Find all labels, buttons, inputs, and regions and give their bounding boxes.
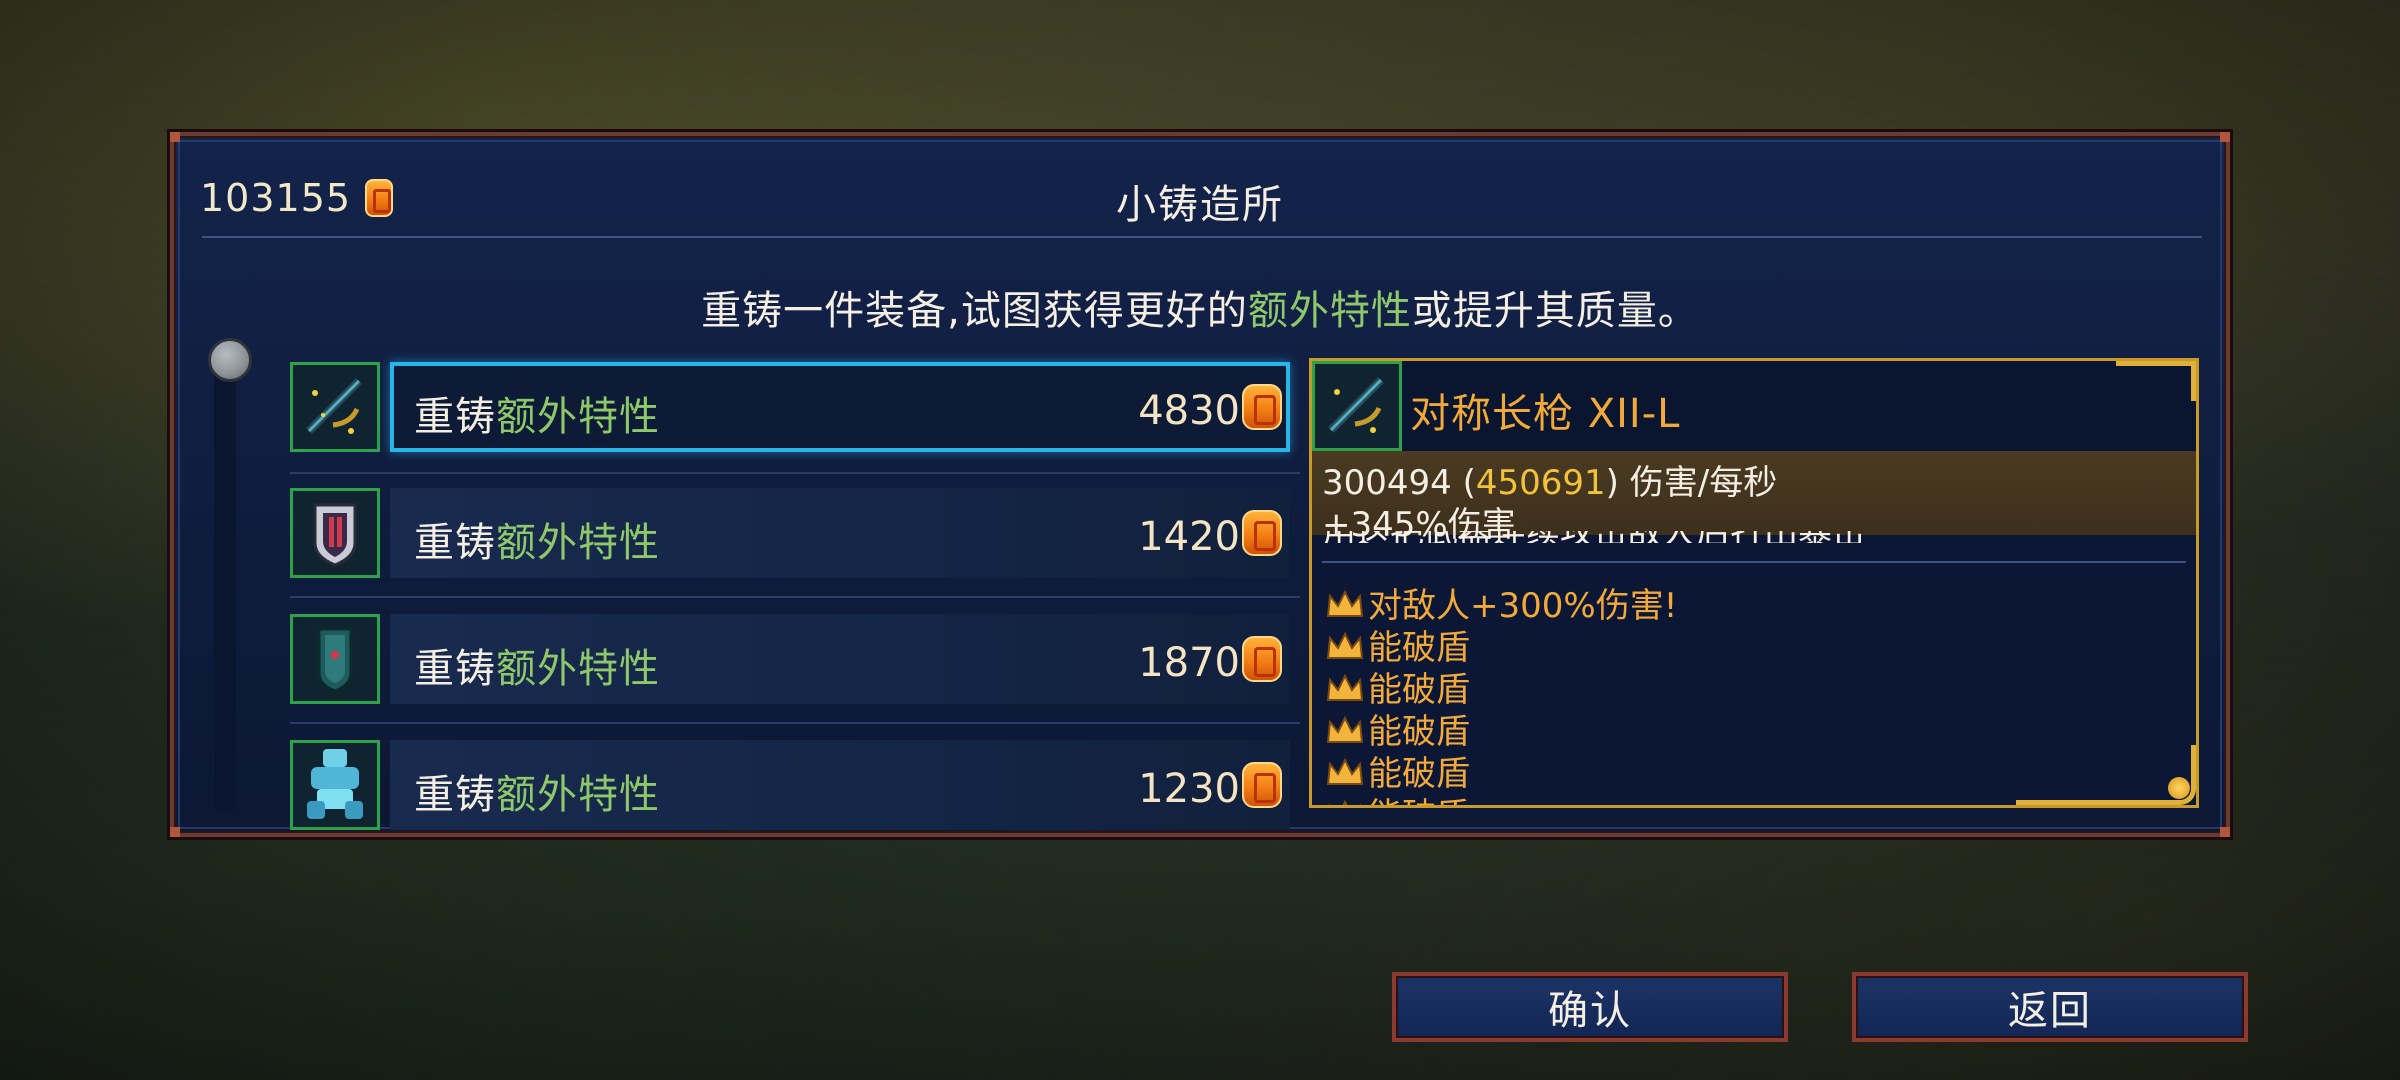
title-divider: [202, 236, 2202, 238]
list-item[interactable]: 重铸额外特性 4830: [290, 362, 1300, 456]
shield-icon: [290, 488, 380, 578]
description-prefix: 重铸一件装备,试图获得更好的: [701, 288, 1248, 334]
crown-icon: [1326, 713, 1364, 743]
row-divider: [290, 472, 1300, 474]
trait-item: 能破盾: [1326, 623, 1677, 668]
item-label: 重铸额外特性: [414, 762, 660, 820]
back-button[interactable]: 返回: [1852, 972, 2248, 1042]
trait-item: 能破盾: [1326, 788, 1677, 806]
item-label-highlight: 额外特性: [496, 772, 660, 818]
cell-coin-icon: [1242, 636, 1282, 682]
dps-paren-close: ): [1605, 463, 1619, 503]
list-item[interactable]: 重铸额外特性 1230: [290, 740, 1300, 834]
crown-icon: [1326, 671, 1364, 701]
trait-item: 能破盾: [1326, 707, 1677, 752]
frame-corner: [2220, 132, 2230, 142]
crown-icon: [1326, 755, 1364, 785]
item-label-prefix: 重铸: [414, 646, 496, 692]
item-label: 重铸额外特性: [414, 384, 660, 442]
item-cost: 1420: [1138, 514, 1240, 560]
list-item[interactable]: 重铸额外特性 1870: [290, 614, 1300, 708]
description-suffix: 或提升其质量。: [1411, 288, 1699, 334]
trait-item: 能破盾: [1326, 749, 1677, 794]
page-title: 小铸造所: [1116, 182, 1284, 228]
row-divider: [290, 596, 1300, 598]
detail-divider: [1322, 561, 2186, 563]
item-description-partial: 用这把武器连续攻击敌人后打出暴击: [1322, 531, 2122, 543]
crown-icon: [1326, 587, 1364, 617]
spear-icon: [290, 362, 380, 452]
item-label-highlight: 额外特性: [496, 394, 660, 440]
item-name: 对称长枪 XII-L: [1410, 391, 1681, 437]
item-cost: 4830: [1138, 388, 1240, 434]
item-label-prefix: 重铸: [414, 394, 496, 440]
item-label: 重铸额外特性: [414, 636, 660, 694]
item-label: 重铸额外特性: [414, 510, 660, 568]
trait-list: 对敌人+300%伤害! 能破盾 能破盾 能破盾 能破盾 能破盾: [1326, 581, 1677, 806]
gold-gem-ornament: [2168, 777, 2190, 799]
item-detail-panel: 对称长枪 XII-L 300494 (450691) 伤害/每秒 +345%伤害…: [1309, 358, 2199, 808]
item-label-prefix: 重铸: [414, 520, 496, 566]
frame-corner: [170, 132, 180, 142]
item-label-highlight: 额外特性: [496, 646, 660, 692]
frame-corner: [170, 827, 180, 837]
tower-shield-icon: [290, 614, 380, 704]
cell-coin-icon: [1242, 510, 1282, 556]
gold-frame-ornament: [2016, 745, 2196, 805]
gold-frame-ornament: [2116, 361, 2196, 401]
description-highlight: 额外特性: [1247, 288, 1412, 334]
trait-item: 能破盾: [1326, 665, 1677, 710]
scrollbar-track[interactable]: [214, 352, 236, 812]
trait-text: 能破盾: [1368, 788, 1470, 806]
spear-icon: [1312, 361, 1402, 451]
description: 重铸一件装备,试图获得更好的额外特性或提升其质量。: [174, 278, 2226, 336]
trait-item: 对敌人+300%伤害!: [1326, 581, 1677, 626]
item-label-prefix: 重铸: [414, 772, 496, 818]
crown-icon: [1326, 629, 1364, 659]
cell-coin-icon: [1242, 762, 1282, 808]
item-cost: 1230: [1138, 766, 1240, 812]
ice-armor-icon: [290, 740, 380, 830]
confirm-button[interactable]: 确认: [1392, 972, 1788, 1042]
item-label-highlight: 额外特性: [496, 520, 660, 566]
crown-icon: [1326, 797, 1364, 805]
cell-coin-icon: [1242, 384, 1282, 430]
item-cost: 1870: [1138, 640, 1240, 686]
forge-window: 103155 小铸造所 重铸一件装备,试图获得更好的额外特性或提升其质量。 重铸…: [170, 132, 2230, 837]
scrollbar-thumb[interactable]: [208, 338, 252, 382]
dps-unit: 伤害/每秒: [1618, 463, 1778, 503]
list-item[interactable]: 重铸额外特性 1420: [290, 488, 1300, 582]
frame-corner: [2220, 827, 2230, 837]
row-divider: [290, 722, 1300, 724]
